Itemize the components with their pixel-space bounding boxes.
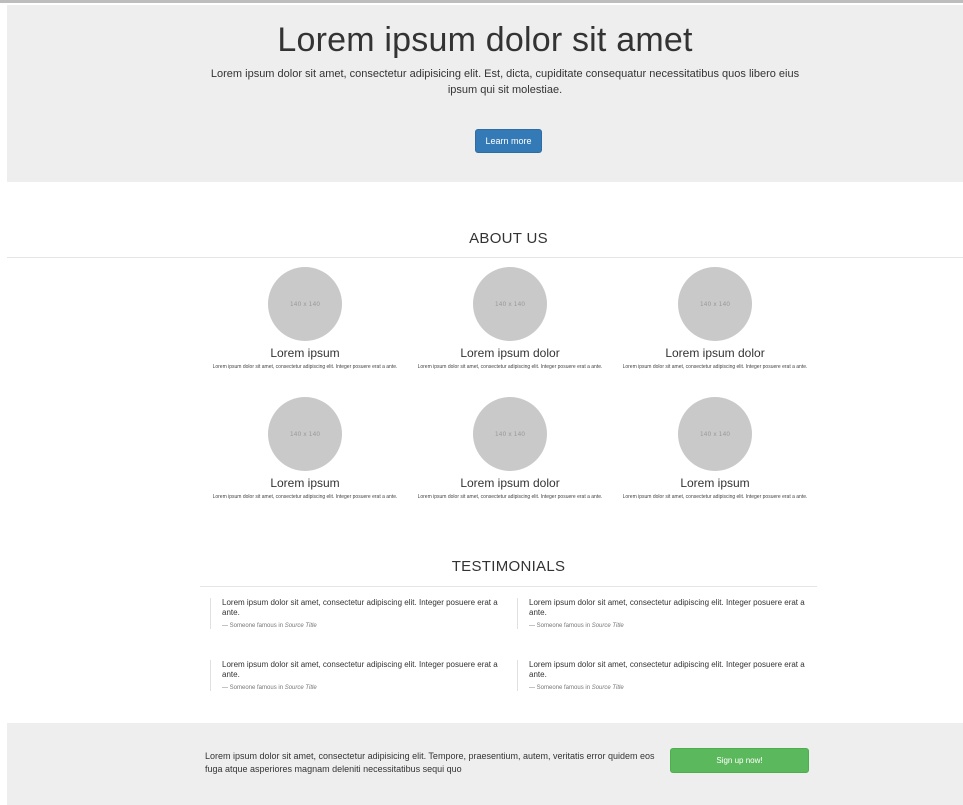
source-title: Source Title xyxy=(284,685,317,691)
member-name: Lorem ipsum xyxy=(680,476,750,490)
member-bio: Lorem ipsum dolor sit amet, consectetur … xyxy=(622,364,808,370)
member-name: Lorem ipsum xyxy=(270,346,340,360)
hero-lead: Lorem ipsum dolor sit amet, consectetur … xyxy=(210,68,800,96)
testimonial: Lorem ipsum dolor sit amet, consectetur … xyxy=(210,660,512,691)
author-name: — Someone famous in xyxy=(222,685,285,691)
team-member: 140 x 140 Lorem ipsum dolor Lorem ipsum … xyxy=(405,397,615,501)
learn-more-button[interactable]: Learn more xyxy=(475,129,542,153)
member-bio: Lorem ipsum dolor sit amet, consectetur … xyxy=(212,494,398,500)
testimonial-text: Lorem ipsum dolor sit amet, consectetur … xyxy=(529,660,805,679)
team-member: 140 x 140 Lorem ipsum Lorem ipsum dolor … xyxy=(610,397,820,501)
member-bio: Lorem ipsum dolor sit amet, consectetur … xyxy=(212,364,398,370)
signup-banner: Lorem ipsum dolor sit amet, consectetur … xyxy=(7,723,963,805)
hero-jumbotron: Lorem ipsum dolor sit amet Lorem ipsum d… xyxy=(7,5,963,182)
team-member: 140 x 140 Lorem ipsum Lorem ipsum dolor … xyxy=(200,267,410,371)
member-name: Lorem ipsum dolor xyxy=(460,476,560,490)
testimonial-author: — Someone famous in Source Title xyxy=(529,623,819,629)
testimonials-heading: TESTIMONIALS xyxy=(451,558,566,575)
testimonial-text: Lorem ipsum dolor sit amet, consectetur … xyxy=(222,660,498,679)
testimonial-text: Lorem ipsum dolor sit amet, consectetur … xyxy=(529,598,805,617)
testimonial: Lorem ipsum dolor sit amet, consectetur … xyxy=(517,660,819,691)
avatar-placeholder: 140 x 140 xyxy=(473,267,547,341)
author-name: — Someone famous in xyxy=(222,623,285,629)
avatar-placeholder: 140 x 140 xyxy=(473,397,547,471)
member-bio: Lorem ipsum dolor sit amet, consectetur … xyxy=(417,494,603,500)
testimonial-text: Lorem ipsum dolor sit amet, consectetur … xyxy=(222,598,498,617)
sign-up-button[interactable]: Sign up now! xyxy=(670,748,809,773)
member-name: Lorem ipsum dolor xyxy=(665,346,765,360)
avatar-placeholder: 140 x 140 xyxy=(268,267,342,341)
avatar-placeholder: 140 x 140 xyxy=(268,397,342,471)
member-name: Lorem ipsum xyxy=(270,476,340,490)
avatar-placeholder: 140 x 140 xyxy=(678,267,752,341)
signup-text: Lorem ipsum dolor sit amet, consectetur … xyxy=(205,751,655,774)
about-heading: ABOUT US xyxy=(469,230,548,247)
source-title: Source Title xyxy=(591,623,624,629)
top-border xyxy=(0,0,963,3)
team-member: 140 x 140 Lorem ipsum Lorem ipsum dolor … xyxy=(200,397,410,501)
team-member: 140 x 140 Lorem ipsum dolor Lorem ipsum … xyxy=(610,267,820,371)
testimonial-author: — Someone famous in Source Title xyxy=(529,685,819,691)
author-name: — Someone famous in xyxy=(529,685,592,691)
testimonial-author: — Someone famous in Source Title xyxy=(222,685,512,691)
member-name: Lorem ipsum dolor xyxy=(460,346,560,360)
hero-title: Lorem ipsum dolor sit amet xyxy=(277,21,693,59)
testimonial-author: — Someone famous in Source Title xyxy=(222,623,512,629)
member-bio: Lorem ipsum dolor sit amet, consectetur … xyxy=(622,494,808,500)
testimonial: Lorem ipsum dolor sit amet, consectetur … xyxy=(517,598,819,629)
team-member: 140 x 140 Lorem ipsum dolor Lorem ipsum … xyxy=(405,267,615,371)
source-title: Source Title xyxy=(284,623,317,629)
avatar-placeholder: 140 x 140 xyxy=(678,397,752,471)
about-divider xyxy=(7,257,963,258)
source-title: Source Title xyxy=(591,685,624,691)
author-name: — Someone famous in xyxy=(529,623,592,629)
member-bio: Lorem ipsum dolor sit amet, consectetur … xyxy=(417,364,603,370)
testimonial: Lorem ipsum dolor sit amet, consectetur … xyxy=(210,598,512,629)
testimonials-divider xyxy=(200,586,817,587)
